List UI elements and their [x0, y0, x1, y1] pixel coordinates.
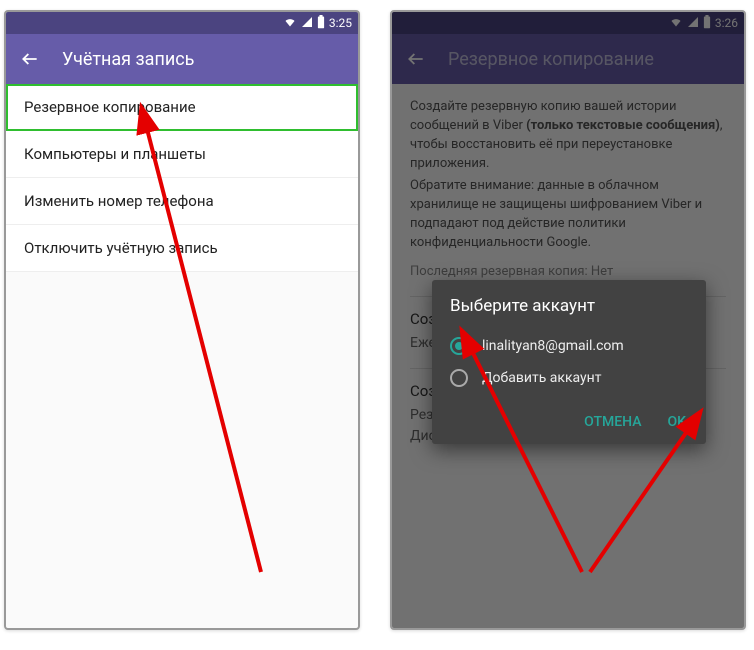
app-bar-title: Учётная запись: [62, 49, 194, 70]
add-account-label: Добавить аккаунт: [482, 370, 601, 386]
status-bar: 3:25: [6, 12, 358, 34]
add-account-option[interactable]: Добавить аккаунт: [450, 362, 688, 394]
signal-icon: [301, 16, 313, 31]
menu-item-label: Резервное копирование: [24, 98, 196, 116]
menu-item-label: Компьютеры и планшеты: [24, 145, 206, 163]
menu-item-backup[interactable]: Резервное копирование: [6, 84, 358, 131]
menu-list: Резервное копирование Компьютеры и планш…: [6, 84, 358, 272]
account-email: linalityan8@gmail.com: [482, 338, 624, 354]
menu-item-label: Отключить учётную запись: [24, 239, 218, 257]
status-time: 3:25: [329, 16, 352, 30]
menu-item-deactivate[interactable]: Отключить учётную запись: [6, 225, 358, 272]
wifi-icon: [283, 16, 297, 31]
menu-item-computers[interactable]: Компьютеры и планшеты: [6, 131, 358, 178]
back-arrow-icon[interactable]: [20, 49, 40, 69]
menu-item-label: Изменить номер телефона: [24, 192, 214, 210]
cancel-button[interactable]: ОТМЕНА: [582, 410, 643, 434]
phone-left: 3:25 Учётная запись Резервное копировани…: [4, 10, 360, 630]
battery-icon: [317, 15, 325, 32]
radio-selected-icon: [450, 337, 468, 355]
radio-unselected-icon: [450, 369, 468, 387]
dialog-title: Выберите аккаунт: [450, 296, 688, 316]
menu-item-change-number[interactable]: Изменить номер телефона: [6, 178, 358, 225]
app-bar: Учётная запись: [6, 34, 358, 84]
phone-right: 3:26 Резервное копирование Создайте резе…: [390, 10, 746, 630]
account-dialog: Выберите аккаунт linalityan8@gmail.com Д…: [432, 280, 706, 444]
dialog-actions: ОТМЕНА OK: [450, 410, 688, 434]
ok-button[interactable]: OK: [666, 410, 689, 434]
account-option[interactable]: linalityan8@gmail.com: [450, 330, 688, 362]
